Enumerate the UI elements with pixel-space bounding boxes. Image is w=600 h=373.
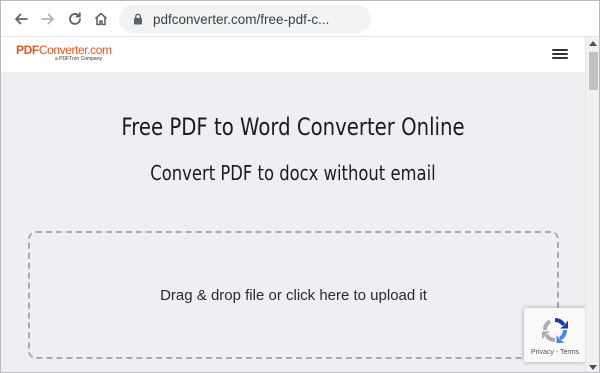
- logo-brand-converter: Converter.com: [38, 43, 112, 57]
- page-scrollbar[interactable]: [585, 37, 599, 372]
- scroll-thumb[interactable]: [589, 52, 598, 90]
- page-subtitle: Convert PDF to docx without email: [150, 161, 436, 185]
- recaptcha-icon: [542, 318, 568, 343]
- scroll-up-arrow-icon[interactable]: [589, 41, 597, 46]
- forward-button[interactable]: [36, 7, 60, 31]
- recaptcha-badge[interactable]: Privacy - Terms: [524, 308, 586, 362]
- page-title: Free PDF to Word Converter Online: [121, 113, 465, 141]
- home-button[interactable]: [89, 7, 113, 31]
- logo-brand-pdf: PDF: [16, 43, 39, 57]
- hamburger-icon[interactable]: [552, 47, 568, 61]
- dropzone-text[interactable]: Drag & drop file or click here to upload…: [160, 287, 427, 304]
- home-icon: [94, 12, 108, 26]
- logo-tagline: a PDFTron Company: [54, 56, 102, 62]
- reload-icon: [69, 12, 81, 25]
- arrow-right-icon: [41, 13, 54, 25]
- browser-toolbar: pdfconverter.com/free-pdf-c...: [1, 1, 599, 37]
- browser-window: pdfconverter.com/free-pdf-c... PDFConver…: [0, 0, 600, 373]
- back-button[interactable]: [9, 7, 33, 31]
- lock-icon[interactable]: [131, 12, 145, 26]
- main-content: Free PDF to Word Converter Online Conver…: [1, 73, 585, 372]
- reload-button[interactable]: [63, 7, 87, 31]
- site-header: PDFConverter.com a PDFTron Company: [1, 37, 585, 73]
- arrow-left-icon: [15, 13, 28, 25]
- upload-dropzone[interactable]: Drag & drop file or click here to upload…: [28, 231, 559, 359]
- address-bar[interactable]: pdfconverter.com/free-pdf-c...: [119, 5, 371, 33]
- site-logo[interactable]: PDFConverter.com a PDFTron Company: [16, 43, 112, 68]
- url-text[interactable]: pdfconverter.com/free-pdf-c...: [153, 12, 329, 27]
- recaptcha-privacy-terms[interactable]: Privacy - Terms: [531, 349, 579, 356]
- scroll-down-arrow-icon[interactable]: [589, 365, 597, 370]
